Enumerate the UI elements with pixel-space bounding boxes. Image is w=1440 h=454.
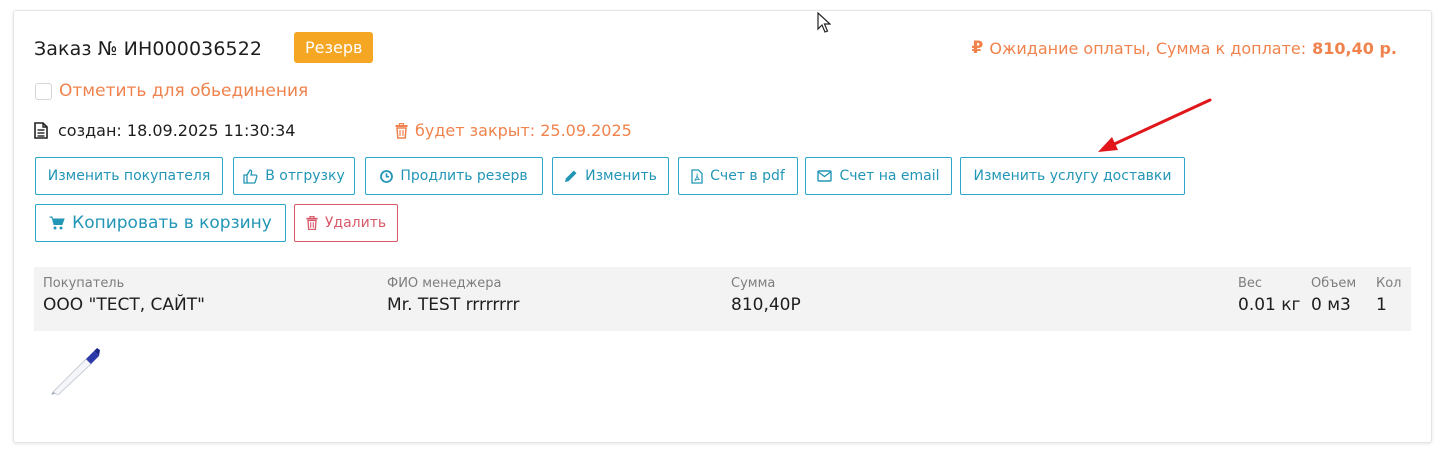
- weight-column: Вес 0.01 кг: [1238, 276, 1300, 315]
- extend-reserve-label: Продлить резерв: [400, 168, 528, 184]
- change-buyer-label: Изменить покупателя: [47, 168, 211, 184]
- trash-icon: [306, 216, 318, 230]
- copy-to-cart-button[interactable]: Копировать в корзину: [35, 204, 286, 242]
- sum-label: Сумма: [731, 276, 776, 291]
- status-badge: Резерв: [294, 32, 374, 63]
- payment-amount: 810,40 р.: [1312, 38, 1397, 58]
- merge-row[interactable]: Отметить для обьединения: [35, 81, 308, 101]
- thumbs-up-icon: [243, 168, 258, 184]
- merge-checkbox[interactable]: [35, 82, 52, 100]
- change-delivery-button[interactable]: Изменить услугу доставки: [960, 157, 1185, 195]
- delete-button[interactable]: Удалить: [294, 204, 398, 242]
- payment-status: ₽ Ожидание оплаты, Сумма к доплате: 810,…: [972, 38, 1397, 58]
- change-buyer-button[interactable]: Изменить покупателя: [35, 157, 223, 195]
- to-shipment-button[interactable]: В отгрузку: [233, 157, 355, 195]
- edit-button[interactable]: Изменить: [552, 157, 669, 195]
- ruble-icon: ₽: [971, 38, 984, 58]
- volume-label: Объем: [1311, 276, 1357, 291]
- cart-icon: [49, 216, 65, 230]
- pen-product-image[interactable]: [50, 345, 102, 395]
- closing-date: будет закрыт: 25.09.2025: [415, 121, 632, 140]
- manager-value: Mr. TEST rrrrrrrr: [387, 295, 520, 315]
- buyer-value: ООО "ТЕСТ, САЙТ": [43, 295, 205, 315]
- sum-column: Сумма 810,40Р: [731, 276, 801, 315]
- created-date: создан: 18.09.2025 11:30:34: [58, 121, 296, 140]
- volume-value: 0 м3: [1311, 295, 1351, 315]
- trash-icon: [395, 122, 408, 139]
- edit-label: Изменить: [585, 168, 657, 184]
- invoice-email-button[interactable]: Счет на email: [805, 157, 952, 195]
- clock-icon: [380, 169, 394, 183]
- annotation-arrow: [1098, 98, 1212, 152]
- quantity-column: Кол 1: [1376, 276, 1402, 315]
- invoice-pdf-label: Счет в pdf: [710, 168, 785, 184]
- copy-to-cart-label: Копировать в корзину: [72, 213, 272, 233]
- quantity-label: Кол: [1376, 276, 1402, 291]
- volume-column: Объем 0 м3: [1311, 276, 1356, 315]
- delete-label: Удалить: [324, 215, 387, 231]
- payment-status-text: Ожидание оплаты, Сумма к доплате:: [989, 38, 1307, 58]
- weight-value: 0.01 кг: [1238, 295, 1301, 315]
- change-delivery-label: Изменить услугу доставки: [973, 168, 1172, 184]
- closing-row: будет закрыт: 25.09.2025: [395, 121, 632, 140]
- extend-reserve-button[interactable]: Продлить резерв: [365, 157, 543, 195]
- sum-value: 810,40Р: [731, 295, 801, 315]
- order-info-table: Покупатель ООО "ТЕСТ, САЙТ" ФИО менеджер…: [34, 267, 1411, 331]
- buyer-label: Покупатель: [43, 276, 125, 291]
- to-shipment-label: В отгрузку: [265, 168, 345, 184]
- pdf-file-icon: [691, 168, 703, 184]
- order-title: Заказ № ИН000036522: [34, 38, 263, 60]
- mouse-cursor-icon: [817, 12, 831, 33]
- document-icon: [34, 122, 48, 139]
- order-card: Заказ № ИН000036522 Резерв ₽ Ожидание оп…: [13, 10, 1432, 443]
- invoice-email-label: Счет на email: [839, 168, 940, 184]
- pencil-icon: [565, 170, 577, 182]
- buyer-column: Покупатель ООО "ТЕСТ, САЙТ": [43, 276, 205, 315]
- invoice-pdf-button[interactable]: Счет в pdf: [678, 157, 798, 195]
- quantity-value: 1: [1376, 295, 1387, 315]
- merge-label[interactable]: Отметить для обьединения: [59, 81, 308, 101]
- created-row: создан: 18.09.2025 11:30:34: [34, 121, 295, 140]
- manager-column: ФИО менеджера Mr. TEST rrrrrrrr: [387, 276, 519, 315]
- manager-label: ФИО менеджера: [387, 276, 502, 291]
- weight-label: Вес: [1238, 276, 1263, 291]
- envelope-icon: [817, 170, 833, 182]
